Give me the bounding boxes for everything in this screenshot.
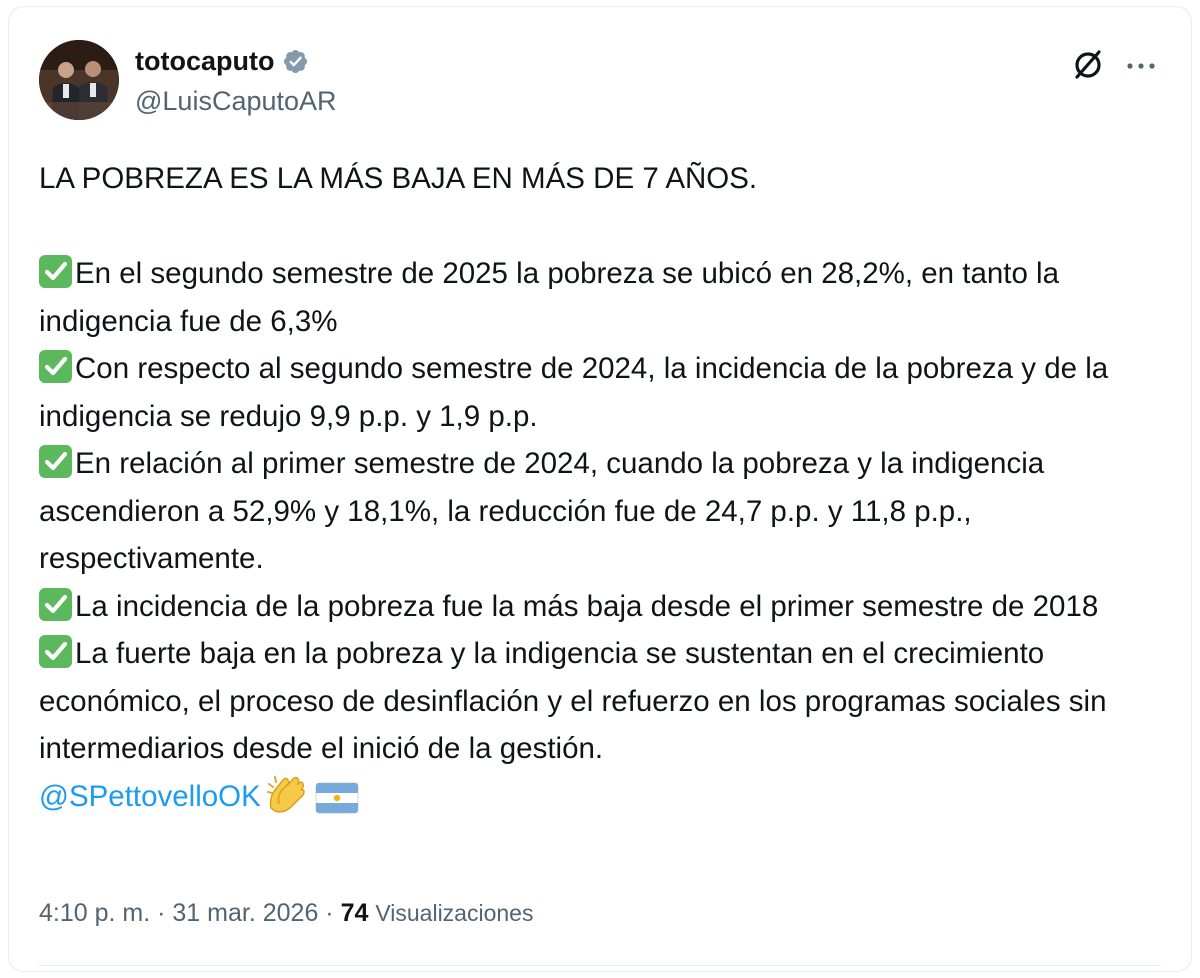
tweet-bullet-text: En relación al primer semestre de 2024, … bbox=[39, 447, 1045, 575]
tweet-bullet-text: La incidencia de la pobreza fue la más b… bbox=[75, 589, 1099, 623]
divider bbox=[39, 965, 1161, 966]
tweet-bullet-text: En el segundo semestre de 2025 la pobrez… bbox=[39, 257, 1060, 338]
tweet-bullet: La incidencia de la pobreza fue la más b… bbox=[39, 583, 1169, 631]
tweet-bullet-text: La fuerte baja en la pobreza y la indige… bbox=[39, 637, 1107, 765]
author-handle[interactable]: @LuisCaputoAR bbox=[135, 85, 337, 117]
tweet-text: LA POBREZA ES LA MÁS BAJA EN MÁS DE 7 AÑ… bbox=[39, 155, 1169, 828]
views-count: 74 bbox=[340, 899, 369, 927]
tweet-time[interactable]: 4:10 p. m. bbox=[39, 899, 150, 927]
tweet-headline: LA POBREZA ES LA MÁS BAJA EN MÁS DE 7 AÑ… bbox=[39, 162, 758, 195]
verified-badge-icon bbox=[282, 48, 309, 75]
meta-separator: · bbox=[157, 899, 166, 927]
tweet-bullet: La fuerte baja en la pobreza y la indige… bbox=[39, 630, 1169, 773]
avatar-image bbox=[39, 40, 119, 120]
check-mark-emoji-icon bbox=[39, 635, 72, 668]
tweet-date[interactable]: 31 mar. 2026 bbox=[172, 899, 318, 927]
check-mark-emoji-icon bbox=[39, 255, 72, 288]
check-mark-emoji-icon bbox=[39, 350, 72, 383]
avatar[interactable] bbox=[39, 40, 119, 120]
tweet-bullet: En relación al primer semestre de 2024, … bbox=[39, 440, 1169, 583]
argentina-flag-emoji-icon bbox=[315, 781, 359, 829]
tweet-bullet: Con respecto al segundo semestre de 2024… bbox=[39, 345, 1169, 440]
check-mark-emoji-icon bbox=[39, 587, 72, 621]
check-mark-emoji-icon bbox=[39, 445, 72, 478]
more-options-icon[interactable] bbox=[1121, 45, 1161, 83]
meta-separator: · bbox=[325, 899, 334, 927]
author-name-row[interactable]: totocaputo bbox=[135, 45, 309, 77]
mention-link[interactable]: @SPettovelloOK bbox=[39, 780, 261, 813]
views-label: Visualizaciones bbox=[375, 900, 534, 926]
mention-line: @SPettovelloOK bbox=[39, 773, 1169, 829]
tweet-bullet: En el segundo semestre de 2025 la pobrez… bbox=[39, 250, 1169, 345]
tweet-meta: 4:10 p. m. · 31 mar. 2026 · 74 Visualiza… bbox=[39, 897, 533, 929]
clapping-hands-emoji-icon bbox=[266, 774, 309, 829]
author-display-name[interactable]: totocaputo bbox=[135, 45, 274, 77]
grok-icon[interactable] bbox=[1069, 45, 1107, 83]
tweet-bullet-text: Con respecto al segundo semestre de 2024… bbox=[39, 352, 1109, 433]
tweet-card: totocaputo @LuisCaputoAR LA POBREZA ES L… bbox=[8, 6, 1192, 972]
